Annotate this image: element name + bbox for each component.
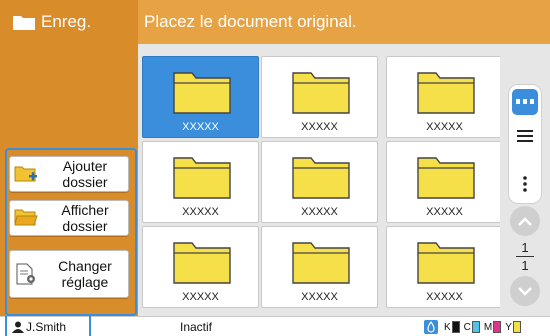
ink-drop-icon: [424, 320, 438, 334]
folder-label: XXXXX: [426, 291, 463, 303]
mode-title: Enreg.: [0, 0, 138, 44]
document-settings-icon: [16, 263, 35, 285]
folder-label: XXXXX: [182, 206, 219, 218]
machine-status-label: Inactif: [180, 320, 213, 334]
ink-label: C: [463, 321, 471, 333]
view-controls: 1 1: [500, 44, 550, 316]
folder-tile[interactable]: XXXXX: [261, 141, 378, 223]
more-options-button[interactable]: [512, 171, 538, 197]
ink-label: M: [483, 321, 493, 333]
folder-icon: [173, 242, 231, 284]
folder-tile[interactable]: XXXXX: [261, 226, 378, 308]
folder-tile[interactable]: XXXXX: [386, 226, 503, 308]
folder-tile[interactable]: XXXXX: [386, 56, 503, 138]
folder-icon: [173, 157, 231, 199]
page-total: 1: [521, 258, 529, 273]
ink-level-bar: [493, 321, 502, 333]
show-folder-button[interactable]: Afficher dossier: [9, 200, 129, 236]
list-view-button[interactable]: [512, 123, 538, 149]
folder-label: XXXXX: [182, 121, 219, 133]
ink-levels: KCMY: [424, 317, 525, 336]
add-folder-button[interactable]: Ajouter dossier: [9, 156, 129, 192]
change-settings-label: Changer réglage: [58, 258, 112, 290]
screen: Enreg. Placez le document original. XXXX…: [0, 0, 550, 336]
chevron-up-icon: [518, 216, 532, 226]
ink-level-bar: [512, 321, 521, 333]
ink-label: K: [444, 321, 451, 333]
add-folder-icon: [14, 166, 37, 182]
chevron-down-icon: [518, 286, 532, 296]
add-folder-label: Ajouter dossier: [62, 158, 108, 190]
change-settings-button[interactable]: Changer réglage: [9, 250, 129, 298]
folder-label: XXXXX: [426, 121, 463, 133]
folder-label: XXXXX: [301, 121, 338, 133]
folder-icon: [417, 72, 475, 114]
open-folder-icon: [14, 209, 38, 226]
ink-level-bar: [451, 321, 460, 333]
instruction-message: Placez le document original.: [144, 12, 357, 31]
folder-tile[interactable]: XXXXX: [142, 226, 259, 308]
ink-label: Y: [505, 321, 512, 333]
folder-label: XXXXX: [182, 291, 219, 303]
folder-icon: [292, 72, 350, 114]
folder-icon: [13, 16, 35, 30]
folder-icon: [417, 157, 475, 199]
list-view-icon: [517, 130, 533, 142]
more-options-icon: [523, 176, 527, 192]
page-indicator: 1 1: [510, 240, 540, 273]
folder-icon: [292, 242, 350, 284]
folder-label: XXXXX: [426, 206, 463, 218]
show-folder-label: Afficher dossier: [61, 202, 109, 234]
folder-tile[interactable]: XXXXX: [142, 141, 259, 223]
machine-status: Inactif: [180, 317, 212, 336]
folder-tile[interactable]: XXXXX: [142, 56, 259, 138]
grid-view-icon: [516, 99, 534, 104]
folder-icon: [292, 157, 350, 199]
view-toggle-group: [508, 84, 542, 204]
user-focus-frame: [5, 316, 91, 336]
ink-level-bar: [471, 321, 480, 333]
scroll-up-button[interactable]: [510, 206, 540, 236]
folder-tile[interactable]: XXXXX: [261, 56, 378, 138]
grid-view-button[interactable]: [512, 89, 538, 115]
folder-icon: [173, 72, 231, 114]
folder-grid: XXXXX XXXXX XXXXX XXXXX XXXXX XXXXX XXXXX XXXXX…: [138, 44, 503, 316]
page-current: 1: [521, 240, 529, 255]
page-divider: [516, 256, 534, 257]
folder-icon: [417, 242, 475, 284]
folder-label: XXXXX: [301, 206, 338, 218]
mode-title-label: Enreg.: [41, 12, 92, 31]
header-bar: Placez le document original.: [138, 0, 550, 44]
scroll-down-button[interactable]: [510, 276, 540, 306]
folder-label: XXXXX: [301, 291, 338, 303]
folder-tile[interactable]: XXXXX: [386, 141, 503, 223]
